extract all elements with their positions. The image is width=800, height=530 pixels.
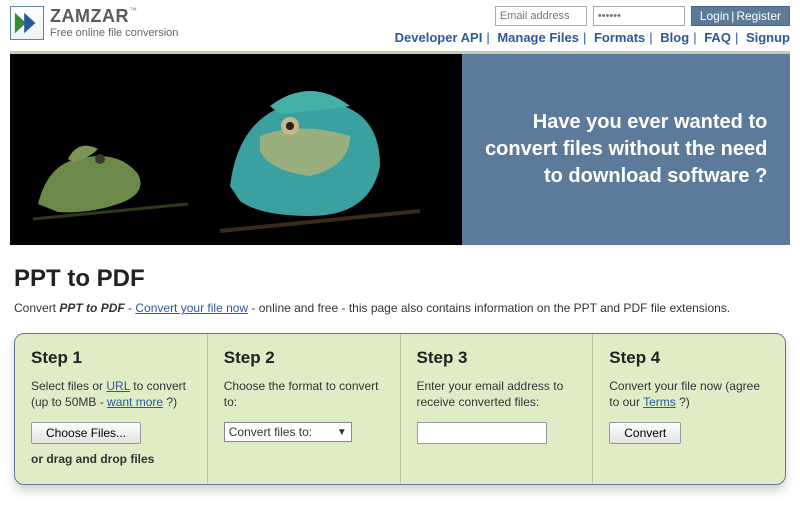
- step-1-text: Select files or URL to convert (up to 50…: [31, 378, 191, 412]
- hero-banner: Have you ever wanted to convert files wi…: [10, 51, 790, 245]
- format-select[interactable]: Convert files to: ▼: [224, 422, 352, 442]
- logo-icon: [10, 6, 44, 40]
- hero-image: [10, 54, 462, 245]
- step-4-title: Step 4: [609, 348, 769, 368]
- brand-name: ZAMZAR: [50, 6, 129, 26]
- steps-panel: Step 1 Select files or URL to convert (u…: [14, 333, 786, 485]
- step-3-text: Enter your email address to receive conv…: [417, 378, 577, 412]
- want-more-link[interactable]: want more: [107, 395, 163, 409]
- top-nav: Developer API| Manage Files| Formats| Bl…: [395, 30, 790, 45]
- step-4-text: Convert your file now (agree to our Term…: [609, 378, 769, 412]
- terms-link[interactable]: Terms: [643, 395, 676, 409]
- nav-signup[interactable]: Signup: [746, 30, 790, 45]
- convert-button[interactable]: Convert: [609, 422, 681, 444]
- chevron-down-icon: ▼: [337, 427, 347, 438]
- email-field[interactable]: [495, 6, 587, 26]
- nav-faq[interactable]: FAQ: [704, 30, 731, 45]
- login-label: Login: [700, 9, 729, 23]
- hero-line-2: convert files without the need: [485, 136, 767, 163]
- page-title: PPT to PDF: [14, 265, 786, 293]
- login-register-button[interactable]: Login|Register: [691, 6, 790, 26]
- step-1-title: Step 1: [31, 348, 191, 368]
- chameleon-right-icon: [200, 66, 430, 245]
- choose-files-button[interactable]: Choose Files...: [31, 422, 141, 444]
- hero-text-panel: Have you ever wanted to convert files wi…: [462, 54, 790, 245]
- hero-line-3: to download software ?: [485, 163, 767, 190]
- brand: ZAMZAR™ Free online file conversion: [10, 6, 395, 40]
- step-3-title: Step 3: [417, 348, 577, 368]
- nav-manage-files[interactable]: Manage Files: [497, 30, 579, 45]
- chameleon-left-icon: [28, 104, 198, 234]
- hero-line-1: Have you ever wanted to: [485, 109, 767, 136]
- format-select-label: Convert files to:: [229, 425, 312, 439]
- page-subtitle: Convert PPT to PDF - Convert your file n…: [14, 301, 786, 315]
- step-2-text: Choose the format to convert to:: [224, 378, 384, 412]
- drag-drop-label: or drag and drop files: [31, 452, 191, 466]
- url-link[interactable]: URL: [106, 379, 130, 393]
- convert-now-link[interactable]: Convert your file now: [135, 301, 248, 315]
- trademark: ™: [129, 6, 137, 15]
- header: ZAMZAR™ Free online file conversion Logi…: [0, 0, 800, 45]
- step-2-title: Step 2: [224, 348, 384, 368]
- login-bar: Login|Register: [495, 6, 790, 26]
- brand-tagline: Free online file conversion: [50, 27, 178, 39]
- nav-formats[interactable]: Formats: [594, 30, 645, 45]
- register-label: Register: [736, 9, 781, 23]
- password-field[interactable]: [593, 6, 685, 26]
- step-3: Step 3 Enter your email address to recei…: [401, 334, 594, 484]
- step-4: Step 4 Convert your file now (agree to o…: [593, 334, 785, 484]
- nav-developer-api[interactable]: Developer API: [395, 30, 483, 45]
- nav-blog[interactable]: Blog: [660, 30, 689, 45]
- email-input[interactable]: [417, 422, 547, 444]
- step-2: Step 2 Choose the format to convert to: …: [208, 334, 401, 484]
- step-1: Step 1 Select files or URL to convert (u…: [15, 334, 208, 484]
